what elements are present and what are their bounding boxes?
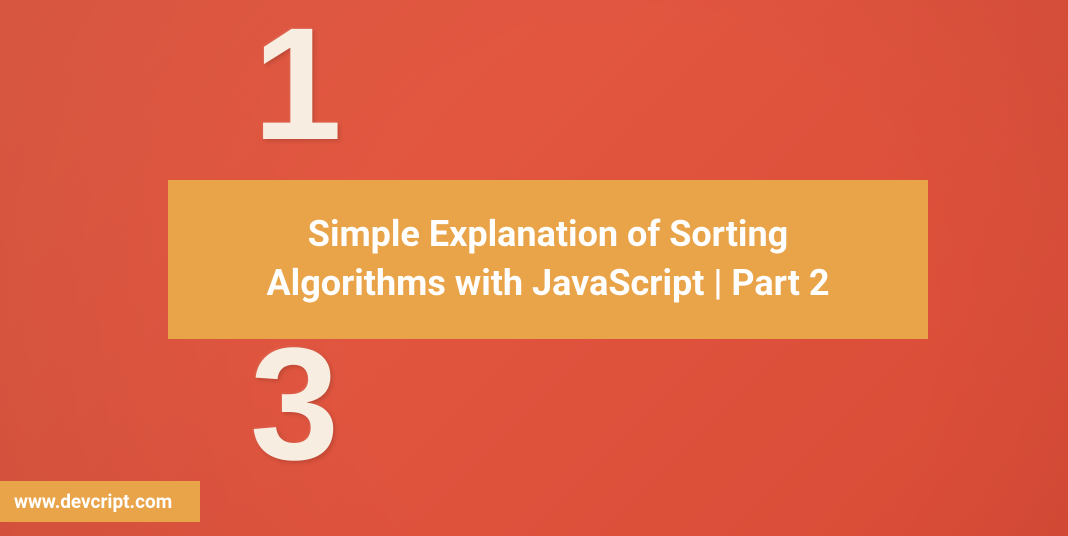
- title-text: Simple Explanation of Sorting Algorithms…: [208, 210, 888, 307]
- title-line-1: Simple Explanation of Sorting: [308, 213, 788, 255]
- blog-thumbnail: 1 2 3 Simple Explanation of Sorting Algo…: [0, 0, 1068, 536]
- title-banner: Simple Explanation of Sorting Algorithms…: [168, 180, 928, 339]
- website-url-bar: www.devcript.com: [0, 481, 200, 522]
- number-one: 1: [253, 8, 334, 160]
- number-three: 3: [250, 328, 331, 480]
- title-line-2: Algorithms with JavaScript | Part 2: [266, 262, 829, 304]
- website-url: www.devcript.com: [14, 490, 172, 513]
